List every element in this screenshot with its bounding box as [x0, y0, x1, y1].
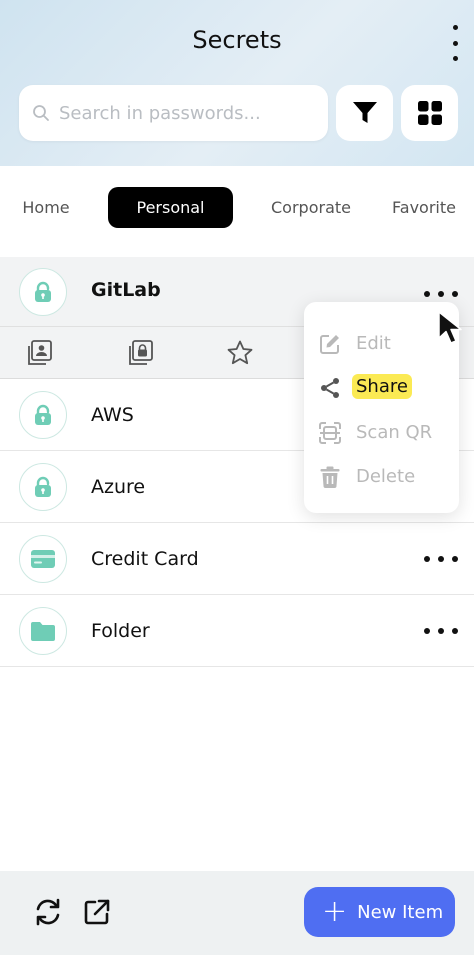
menu-item-label: Delete — [356, 466, 416, 487]
search-icon — [33, 105, 49, 121]
list-item-folder[interactable]: Folder — [0, 595, 474, 667]
lock-icon — [35, 281, 51, 302]
scan-qr-icon — [318, 421, 342, 445]
plus-icon: + — [322, 894, 348, 929]
folder-icon — [31, 622, 55, 641]
item-name: AWS — [91, 404, 134, 426]
filter-button[interactable] — [336, 85, 393, 141]
menu-item-delete[interactable]: Delete — [304, 457, 459, 497]
item-more-button[interactable] — [424, 554, 458, 564]
search-input[interactable] — [59, 95, 319, 131]
lock-icon — [35, 404, 51, 425]
header: Secrets — [0, 0, 474, 166]
menu-item-share[interactable]: Share — [304, 368, 459, 408]
item-name: Azure — [91, 476, 146, 498]
tab-personal[interactable]: Personal — [108, 187, 233, 228]
item-avatar — [19, 607, 67, 655]
copy-password-button[interactable] — [126, 339, 154, 367]
item-more-button[interactable] — [424, 626, 458, 636]
menu-item-label: Scan QR — [356, 422, 433, 443]
export-button[interactable] — [81, 896, 113, 928]
tab-corporate[interactable]: Corporate — [258, 187, 364, 228]
more-options-icon[interactable] — [450, 25, 460, 61]
star-icon — [227, 340, 253, 365]
tab-home[interactable]: Home — [10, 187, 82, 228]
refresh-icon — [36, 898, 60, 926]
item-avatar — [19, 463, 67, 511]
credit-card-icon — [31, 550, 55, 568]
favorite-button[interactable] — [226, 339, 254, 367]
mouse-cursor-icon — [438, 311, 462, 344]
item-more-button[interactable] — [424, 289, 458, 299]
list-item-credit-card[interactable]: Credit Card — [0, 523, 474, 595]
copy-password-icon — [129, 340, 153, 365]
new-item-button[interactable]: + New Item — [304, 887, 455, 937]
item-name: GitLab — [91, 279, 161, 301]
item-name: Folder — [91, 620, 150, 642]
menu-item-scan-qr[interactable]: Scan QR — [304, 413, 459, 453]
category-tabs: Home Personal Corporate Favorite — [0, 187, 474, 229]
menu-item-edit[interactable]: Edit — [304, 324, 459, 364]
grid-view-button[interactable] — [401, 85, 458, 141]
sync-button[interactable] — [32, 896, 64, 928]
page-title: Secrets — [192, 26, 282, 54]
context-menu: Edit Share Scan QR Delete — [304, 302, 459, 513]
grid-icon — [417, 101, 442, 125]
menu-item-label: Share — [352, 374, 412, 399]
lock-icon — [35, 476, 51, 497]
item-avatar — [19, 391, 67, 439]
trash-icon — [318, 465, 342, 489]
edit-icon — [318, 332, 342, 356]
copy-username-button[interactable] — [25, 339, 53, 367]
share-icon — [318, 376, 342, 400]
search-box[interactable] — [19, 85, 328, 141]
item-avatar — [19, 535, 67, 583]
item-avatar — [19, 268, 67, 316]
filter-icon — [352, 102, 377, 123]
new-item-label: New Item — [357, 901, 444, 923]
external-link-icon — [84, 899, 110, 925]
item-name: Credit Card — [91, 548, 199, 570]
tab-favorite[interactable]: Favorite — [386, 187, 462, 228]
menu-item-label: Edit — [356, 333, 391, 354]
copy-user-icon — [28, 340, 52, 365]
